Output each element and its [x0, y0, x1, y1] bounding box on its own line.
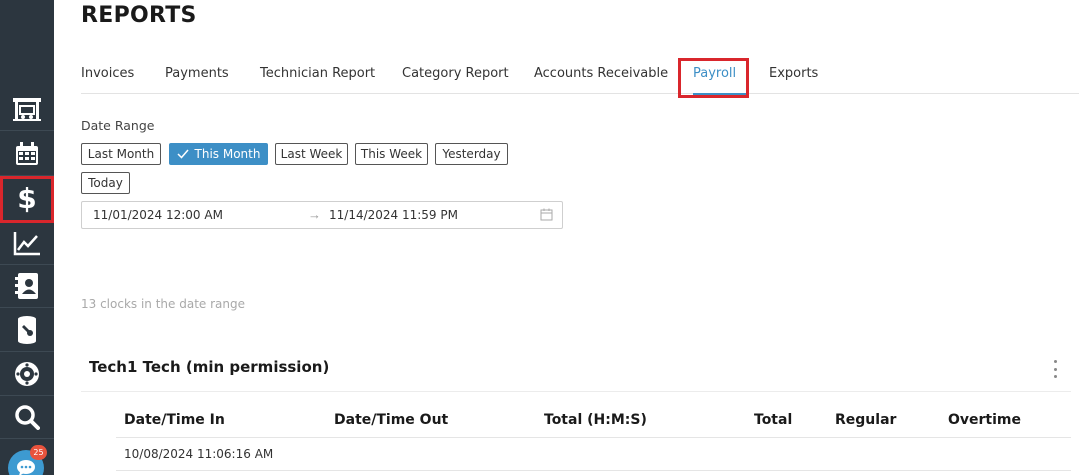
shop-icon [13, 97, 41, 121]
preset-this-month[interactable]: This Month [169, 143, 268, 165]
sidebar-item-contacts[interactable] [0, 264, 54, 308]
preset-last-month[interactable]: Last Month [81, 143, 161, 165]
tab-technician-report[interactable]: Technician Report [260, 66, 375, 81]
sidebar-item-analytics[interactable] [0, 221, 54, 265]
range-arrow-icon: → [308, 207, 321, 222]
chat-icon [17, 460, 35, 475]
tire-icon [15, 361, 39, 386]
tab-payments[interactable]: Payments [165, 66, 229, 81]
section-divider [81, 391, 1071, 392]
column-header-overtime: Overtime [948, 412, 1022, 428]
check-icon [176, 149, 189, 159]
range-start-input[interactable]: 11/01/2024 12:00 AM [93, 208, 223, 222]
technician-section-title: Tech1 Tech (min permission) [89, 358, 330, 376]
date-range-picker[interactable]: 11/01/2024 12:00 AM → 11/14/2024 11:59 P… [81, 201, 563, 229]
calendar-picker-icon[interactable] [540, 208, 553, 221]
preset-today[interactable]: Today [81, 172, 130, 194]
tab-highlight-box [678, 58, 749, 98]
parts-icon [18, 315, 36, 344]
preset-this-week[interactable]: This Week [355, 143, 428, 165]
chat-badge: 25 [30, 445, 47, 460]
preset-last-week[interactable]: Last Week [275, 143, 348, 165]
tab-category-report[interactable]: Category Report [402, 66, 509, 81]
column-header-time-in: Date/Time In [124, 412, 225, 428]
search-icon [15, 404, 40, 430]
range-end-input[interactable]: 11/14/2024 11:59 PM [329, 208, 458, 222]
sidebar-item-search[interactable] [0, 395, 54, 439]
tab-exports[interactable]: Exports [769, 66, 818, 81]
sidebar-item-tires[interactable] [0, 352, 54, 396]
column-header-regular: Regular [835, 412, 897, 428]
tab-accounts-receivable[interactable]: Accounts Receivable [534, 66, 668, 81]
chart-icon [13, 231, 40, 255]
table-row-divider [116, 470, 1071, 471]
table-header-divider [116, 437, 1071, 438]
sidebar-item-parts[interactable] [0, 308, 54, 352]
tab-invoices[interactable]: Invoices [81, 66, 134, 81]
report-tabs: Invoices Payments Technician Report Cate… [81, 58, 1079, 98]
calendar-icon [16, 141, 38, 165]
clock-count-text: 13 clocks in the date range [81, 297, 245, 311]
column-header-total-hms: Total (H:M:S) [544, 412, 647, 428]
preset-this-month-label: This Month [194, 147, 261, 161]
table-row-time-in: 10/08/2024 11:06:16 AM [124, 447, 274, 461]
sidebar-item-calendar[interactable] [0, 132, 54, 176]
date-range-label: Date Range [81, 118, 155, 133]
dollar-icon: $ [17, 182, 37, 215]
sidebar-item-shop[interactable] [0, 87, 54, 131]
page-title: REPORTS [81, 3, 197, 28]
sidebar-item-billing[interactable]: $ [0, 176, 54, 223]
more-options-icon[interactable] [1048, 360, 1062, 378]
contacts-icon [15, 272, 38, 299]
column-header-total: Total [754, 412, 793, 428]
sidebar: $ 25 [0, 0, 54, 475]
preset-yesterday[interactable]: Yesterday [435, 143, 508, 165]
column-header-time-out: Date/Time Out [334, 412, 449, 428]
